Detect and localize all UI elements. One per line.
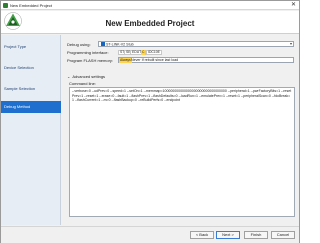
- title-bar: New Embedded Project ✕: [1, 1, 299, 10]
- programming-interface-label: Programming interface:: [67, 50, 109, 55]
- sidebar-item-device-selection[interactable]: Device Selection: [1, 62, 61, 74]
- next-button[interactable]: Next >: [216, 231, 240, 239]
- sidebar-item-debug-method[interactable]: Debug Method: [1, 101, 61, 113]
- sidebar-item-sample-selection[interactable]: Sample Selection: [1, 83, 61, 95]
- program-flash-label: Program FLASH memory:: [67, 58, 114, 63]
- interface-option-idc10e[interactable]: IDC10E: [146, 50, 162, 55]
- command-line-textbox[interactable]: --verbose=0 --udPrev=0 --speed=1 --setOn…: [69, 87, 295, 217]
- flash-option-always[interactable]: Always: [119, 57, 132, 63]
- back-button[interactable]: < Back: [190, 231, 214, 239]
- debug-using-dropdown[interactable]: ST-LINK-V2 Stub ▾: [98, 41, 294, 47]
- debug-using-label: Debug using:: [67, 42, 91, 47]
- wizard-window: New Embedded Project ✕ New Embedded Proj…: [0, 0, 300, 243]
- chevron-down-icon: ⌄: [67, 74, 71, 79]
- wizard-banner: New Embedded Project: [1, 11, 299, 34]
- cancel-button[interactable]: Cancel: [271, 231, 295, 239]
- chevron-down-icon: ▾: [289, 41, 292, 46]
- app-icon: [3, 3, 8, 8]
- wizard-sidebar: Project Type Device Selection Sample Sel…: [1, 35, 61, 225]
- advanced-settings-toggle[interactable]: ⌄ Advanced settings: [67, 74, 105, 79]
- interface-option-c[interactable]: C: [141, 50, 146, 55]
- advanced-settings-label: Advanced settings: [72, 74, 106, 79]
- wizard-footer: < Back Next > Finish Cancel: [1, 226, 299, 243]
- finish-button[interactable]: Finish: [244, 231, 268, 239]
- window-title: New Embedded Project: [10, 3, 53, 8]
- sidebar-item-project-type[interactable]: Project Type: [1, 41, 61, 53]
- debugger-icon: [101, 42, 105, 46]
- command-line-label: Command line:: [69, 81, 96, 86]
- debug-method-panel: Debug using: ST-LINK-V2 Stub ▾ Programmi…: [63, 36, 299, 224]
- debug-using-value: ST-LINK-V2 Stub: [106, 42, 134, 47]
- close-icon[interactable]: ✕: [291, 2, 296, 8]
- wizard-heading: New Embedded Project: [105, 19, 195, 28]
- flash-other-options[interactable]: Never If rebuilt since last load: [131, 58, 178, 62]
